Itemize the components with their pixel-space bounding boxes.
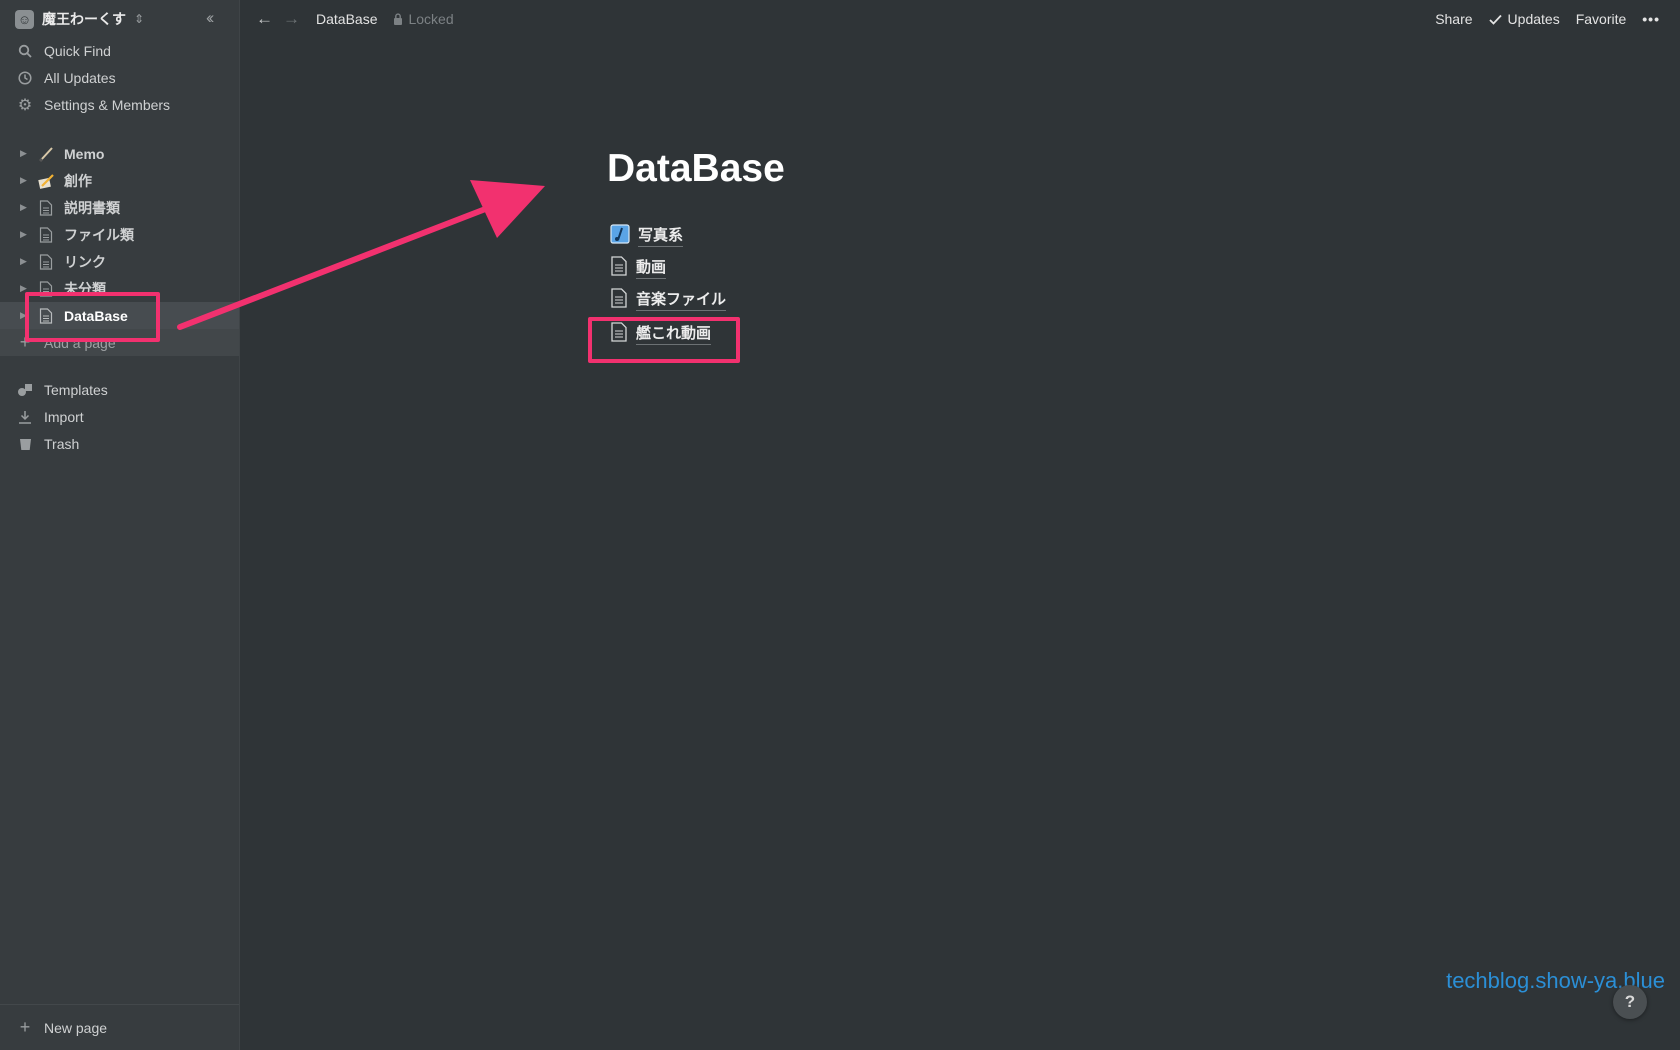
annotation-arrow [177,180,545,330]
help-button[interactable]: ? [1613,985,1647,1019]
